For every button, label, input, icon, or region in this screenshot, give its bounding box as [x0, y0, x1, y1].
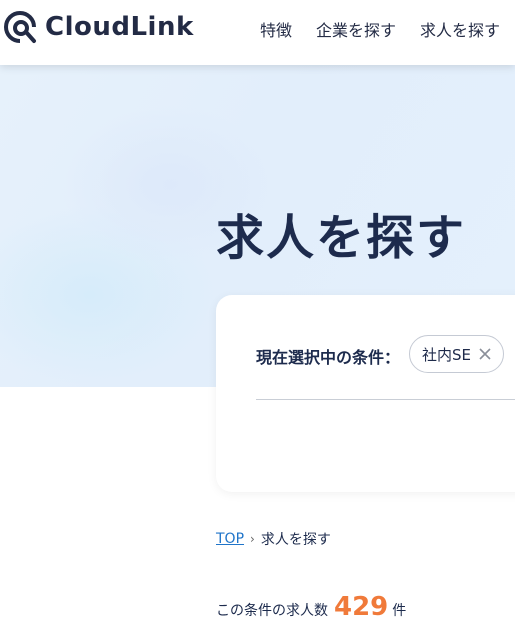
logo-text: CloudLink [45, 12, 194, 42]
count-unit: 件 [392, 603, 407, 619]
page-title: 求人を探す [216, 210, 467, 266]
nav-features[interactable]: 特徴 [260, 17, 292, 41]
condition-label: 現在選択中の条件： [256, 348, 401, 367]
close-icon[interactable] [479, 348, 491, 360]
breadcrumb: TOP › 求人を探す [216, 529, 331, 549]
count-value: 429 [334, 592, 389, 622]
nav-find-jobs[interactable]: 求人を探す [420, 17, 500, 41]
breadcrumb-top-link[interactable]: TOP [216, 531, 244, 547]
site-header: CloudLink 特徴 企業を探す 求人を探す [0, 0, 515, 65]
nav-find-companies[interactable]: 企業を探す [316, 17, 396, 41]
chip-label: 社内SE [422, 345, 471, 364]
logo-link[interactable]: CloudLink [3, 10, 194, 44]
job-count: この条件の求人数 429 件 [216, 592, 406, 622]
condition-card: 現在選択中の条件： 社内SE [216, 295, 515, 492]
chevron-right-icon: › [250, 532, 255, 546]
condition-chip: 社内SE [409, 335, 504, 373]
cloudlink-logo-icon [4, 11, 36, 43]
breadcrumb-current: 求人を探す [260, 532, 331, 548]
count-prefix: この条件の求人数 [216, 603, 328, 619]
divider [256, 399, 515, 400]
